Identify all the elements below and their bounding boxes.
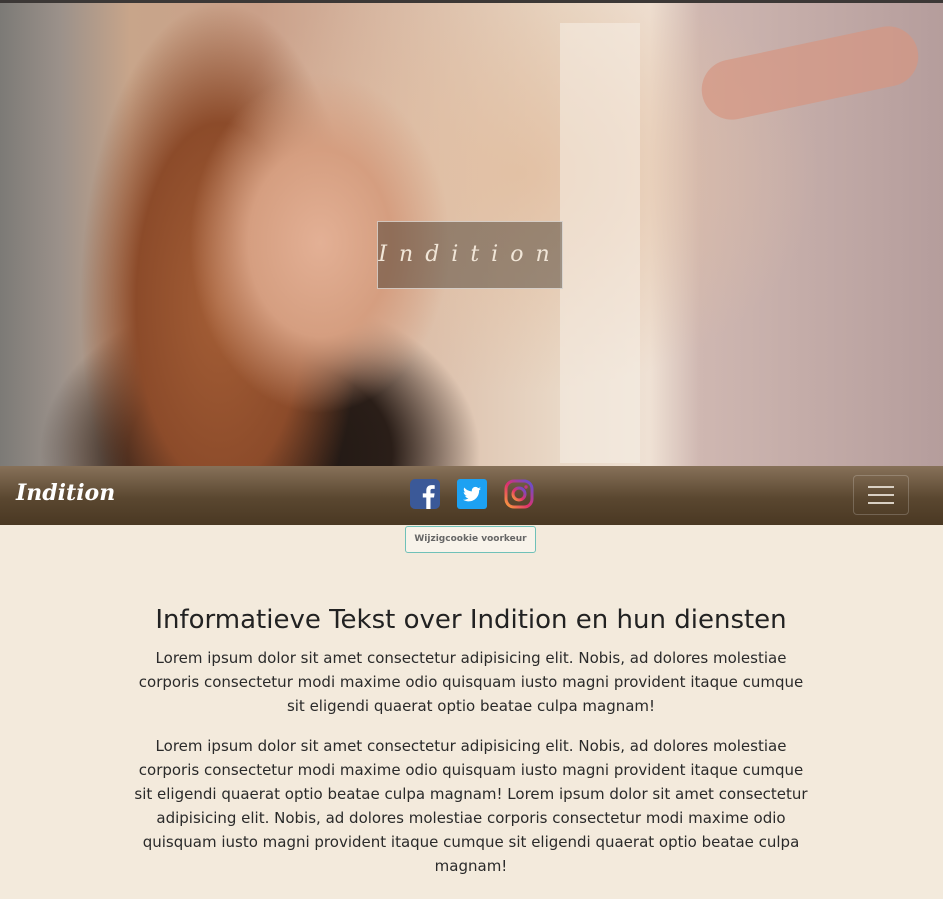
info-paragraph: Lorem ipsum dolor sit amet consectetur a… (138, 649, 804, 715)
instagram-icon[interactable] (504, 479, 534, 509)
social-links (410, 479, 534, 509)
hamburger-icon-bar (868, 494, 894, 496)
info-section: Informatieve Tekst over Indition en hun … (130, 600, 812, 878)
facebook-icon[interactable] (410, 479, 440, 509)
navbar-brand[interactable]: Indition (16, 480, 115, 506)
hero-image: Indition (0, 0, 943, 466)
info-paragraph: Lorem ipsum dolor sit amet consectetur a… (134, 737, 808, 875)
menu-toggle-button[interactable] (853, 475, 909, 515)
twitter-icon[interactable] (457, 479, 487, 509)
hero-arm (696, 20, 924, 126)
hero-logo: Indition (377, 221, 563, 289)
section-heading: Informatieve Tekst over Indition en hun … (155, 605, 787, 635)
cookie-preferences-button[interactable]: Wijzigcookie voorkeur (405, 526, 536, 553)
hamburger-icon-bar (868, 486, 894, 488)
hero-background-shelf (560, 23, 640, 463)
navbar: Indition (0, 466, 943, 525)
hamburger-icon-bar (868, 502, 894, 504)
